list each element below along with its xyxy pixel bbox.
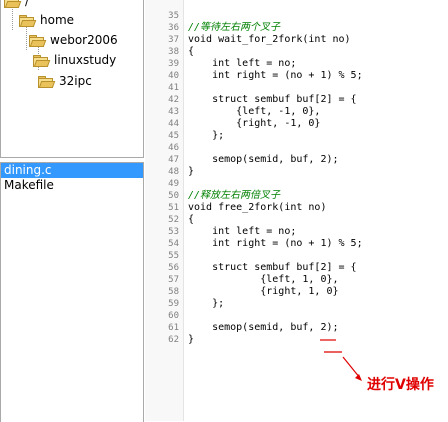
code-line: }: [188, 334, 195, 345]
line-number: 38: [168, 47, 179, 57]
code-comment: //等待左右两个叉子: [188, 22, 281, 33]
code-line: struct sembuf buf[2] = {: [188, 94, 357, 105]
code-line: {: [188, 46, 195, 57]
code-line: semop(semid, buf, 2);: [188, 322, 339, 333]
tree-item-label: linuxstudy: [54, 53, 117, 67]
code-line: struct sembuf buf[2] = {: [188, 262, 357, 273]
code-line: void free_2fork(int no): [188, 202, 327, 213]
line-number: 37: [168, 35, 179, 45]
tree-item-webor2006[interactable]: webor2006: [29, 31, 118, 49]
tree-item-label: /: [25, 0, 30, 8]
line-number: 51: [168, 203, 179, 213]
line-number: 48: [168, 167, 179, 177]
line-number: 61: [168, 323, 179, 333]
line-number: 55: [168, 251, 179, 261]
line-number: 59: [168, 299, 179, 309]
line-number: 39: [168, 59, 179, 69]
folder-open-icon: [4, 0, 22, 8]
code-line: {right, 1, 0}: [188, 286, 339, 297]
tree-item-root[interactable]: /: [4, 0, 29, 10]
line-number: 57: [168, 275, 179, 285]
code-line: int left = no;: [188, 58, 297, 69]
line-number: 62: [168, 335, 179, 345]
folder-open-icon: [33, 54, 51, 67]
code-line: semop(semid, buf, 2);: [188, 154, 339, 165]
code-editor[interactable]: //等待左右两个叉子 void wait_for_2fork(int no){ i…: [188, 0, 448, 421]
tree-item-32ipc[interactable]: 32ipc: [38, 72, 92, 90]
code-line: }: [188, 166, 195, 177]
folder-open-icon: [19, 14, 37, 27]
left-panel: / home webor2006 linuxstudy 32ipc dining…: [0, 0, 144, 422]
line-number: 45: [168, 131, 179, 141]
code-line: void wait_for_2fork(int no): [188, 34, 351, 45]
file-list[interactable]: dining.c Makefile: [0, 162, 144, 422]
code-line: };: [188, 130, 225, 141]
line-number: 50: [168, 191, 179, 201]
file-item-makefile[interactable]: Makefile: [1, 178, 143, 193]
line-number: 40: [168, 71, 179, 81]
tree-item-home[interactable]: home: [19, 11, 74, 29]
line-number: 53: [168, 227, 179, 237]
code-comment: //释放左右两倍叉子: [188, 190, 281, 201]
line-number: 46: [168, 143, 179, 153]
line-number: 54: [168, 239, 179, 249]
line-number: 43: [168, 107, 179, 117]
code-line: {: [188, 214, 195, 225]
tree-item-label: 32ipc: [59, 74, 92, 88]
code-line: {left, 1, 0},: [188, 274, 339, 285]
tree-guide-line: [26, 26, 27, 50]
line-number: 49: [168, 179, 179, 189]
line-number: 44: [168, 119, 179, 129]
line-number: 42: [168, 95, 179, 105]
code-line: int left = no;: [188, 226, 297, 237]
file-item-dining-c[interactable]: dining.c: [1, 163, 143, 178]
code-line: int right = (no + 1) % 5;: [188, 238, 363, 249]
code-line: int right = (no + 1) % 5;: [188, 70, 363, 81]
tree-item-label: webor2006: [50, 33, 118, 47]
line-number: 60: [168, 311, 179, 321]
line-number-gutter: 35 36 37 38 39 40 41 42 43 44 45 46 47 48 49 50 51 52 53 54…: [145, 0, 184, 421]
line-number: 35: [168, 11, 179, 21]
line-number: 56: [168, 263, 179, 273]
annotation-label: 进行V操作: [367, 377, 434, 393]
folder-open-icon: [29, 34, 47, 47]
line-number: 58: [168, 287, 179, 297]
line-number: 47: [168, 155, 179, 165]
tree-item-linuxstudy[interactable]: linuxstudy: [33, 51, 116, 69]
tree-item-label: home: [40, 13, 75, 27]
code-line: };: [188, 298, 225, 309]
line-number: 36: [168, 23, 179, 33]
line-number: 41: [168, 83, 179, 93]
line-number: 52: [168, 215, 179, 225]
code-line: {right, -1, 0}: [188, 118, 321, 129]
code-line: {left, -1, 0},: [188, 106, 321, 117]
folder-open-icon: [38, 75, 56, 88]
folder-tree[interactable]: / home webor2006 linuxstudy 32ipc: [0, 0, 144, 158]
